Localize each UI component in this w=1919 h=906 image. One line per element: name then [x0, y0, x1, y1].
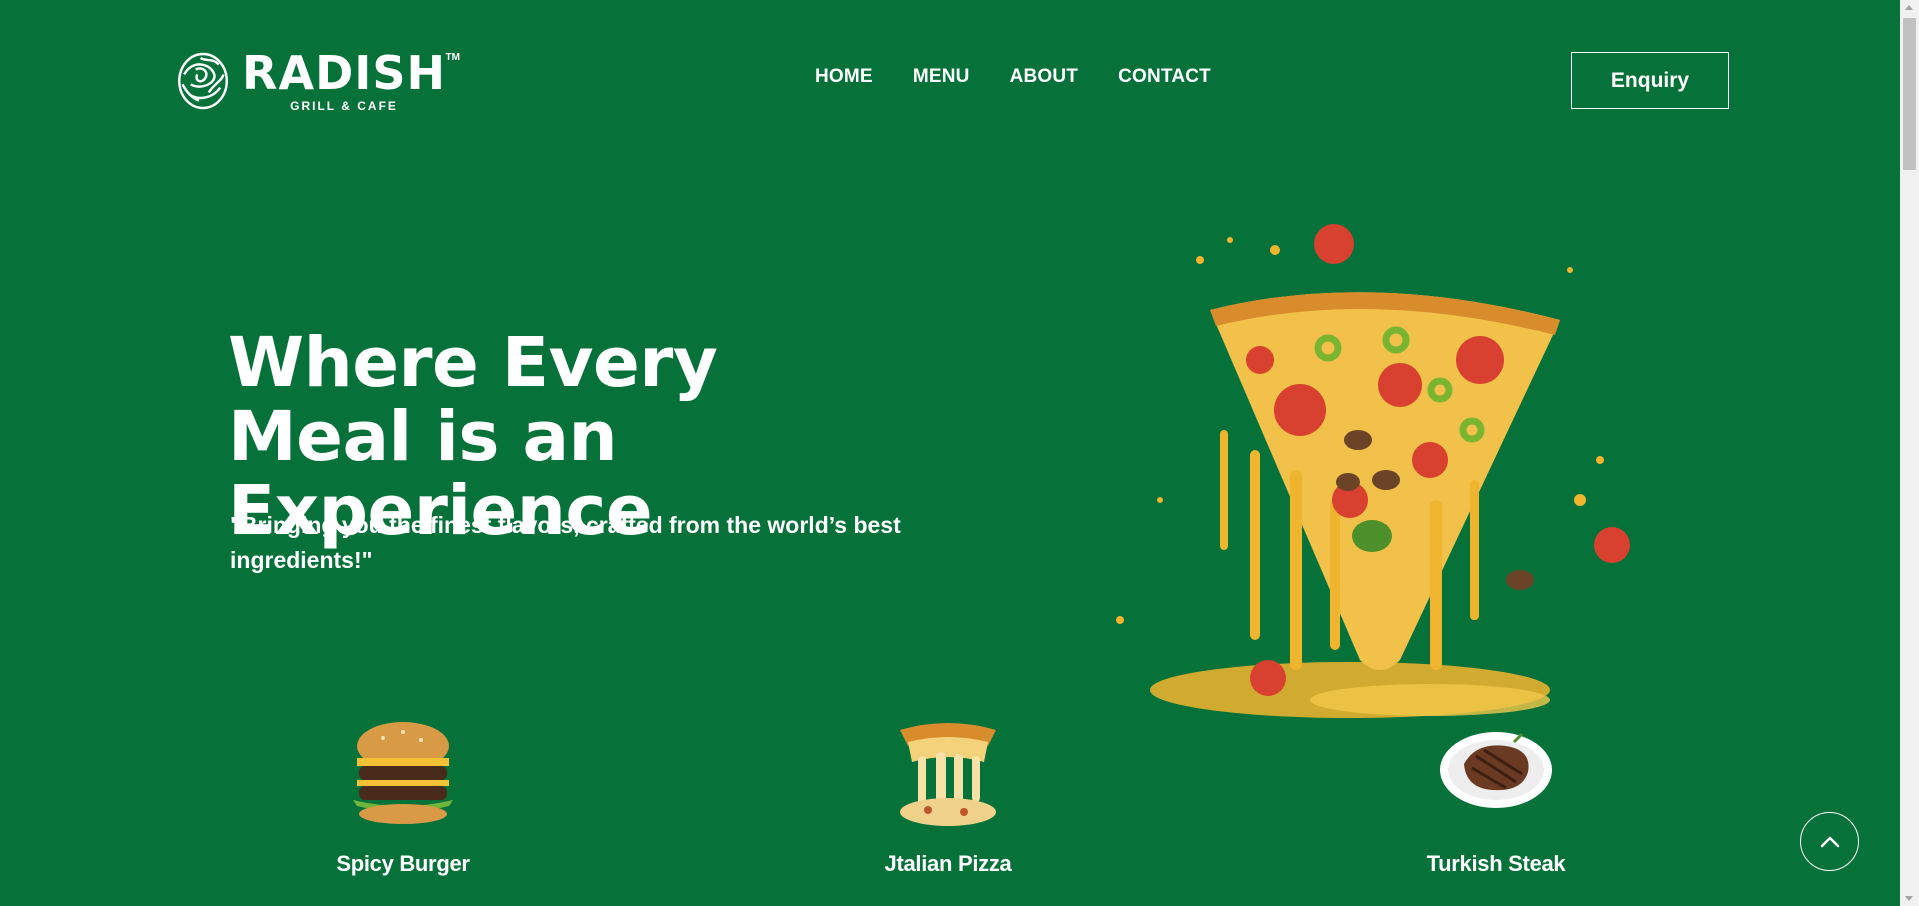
nav-about[interactable]: ABOUT [1010, 66, 1079, 88]
brand-logo[interactable]: RADISH TM GRILL & CAFE [176, 44, 460, 118]
brand-name: RADISH [242, 45, 446, 100]
feature-name: Jtalian Pizza [884, 851, 1012, 876]
hero-quote-line-2: ingredients!" [230, 547, 373, 573]
steak-plate-image [1440, 732, 1552, 808]
back-to-top-button[interactable] [1800, 812, 1859, 871]
pizza-slice-image [1116, 224, 1630, 718]
feature-name: Spicy Burger [336, 851, 470, 876]
feature-spicy-burger[interactable]: Spicy Burger [273, 712, 533, 877]
radish-logo-icon [178, 52, 228, 110]
feature-turkish-steak[interactable]: Turkish Steak [1366, 712, 1626, 877]
nav-home[interactable]: HOME [815, 66, 873, 88]
burger-image [353, 722, 453, 824]
hero-title-line-1: Where Every [228, 323, 718, 403]
nav-contact[interactable]: CONTACT [1118, 66, 1211, 88]
feature-name: Turkish Steak [1426, 851, 1566, 876]
scroll-up-arrow-icon[interactable] [1905, 5, 1913, 10]
trademark-mark: TM [445, 51, 460, 63]
enquiry-button[interactable]: Enquiry [1571, 52, 1729, 109]
page-scrollbar[interactable] [1900, 0, 1919, 906]
chevron-up-icon [1820, 836, 1839, 847]
feature-italian-pizza[interactable]: Jtalian Pizza [818, 712, 1078, 877]
hero-quote: "Bringing you the finest flavors, crafte… [230, 508, 930, 578]
pizza-cheese-image [900, 723, 996, 826]
main-nav: HOME MENU ABOUT CONTACT [815, 66, 1211, 88]
hero-quote-line-1: "Bringing you the finest flavors, crafte… [230, 512, 901, 538]
scrollbar-thumb[interactable] [1903, 18, 1916, 170]
nav-menu[interactable]: MENU [913, 66, 970, 88]
brand-tagline: GRILL & CAFE [290, 98, 398, 113]
scroll-down-arrow-icon[interactable] [1905, 896, 1913, 901]
